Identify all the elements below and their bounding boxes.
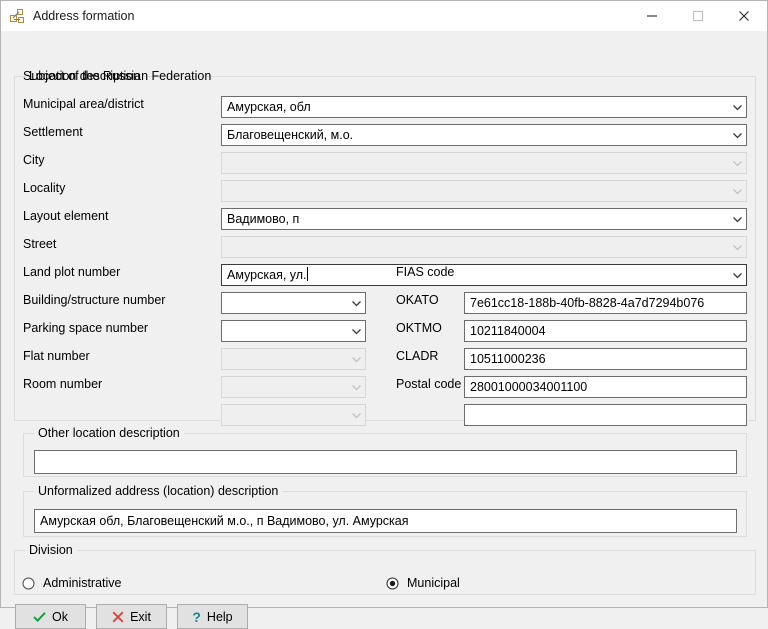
combo-land-plot-number[interactable] xyxy=(221,292,366,314)
input-cladr[interactable]: 28001000034001100 xyxy=(464,376,747,398)
input-oktmo-value: 10511000236 xyxy=(470,352,546,366)
combo-locality-value: Вадимово, п xyxy=(227,212,300,226)
group-other-location-description-title: Other location description xyxy=(34,426,184,440)
check-icon xyxy=(33,611,46,623)
combo-flat-number[interactable] xyxy=(221,376,366,398)
chevron-down-icon[interactable] xyxy=(728,215,746,224)
label-locality: Locality xyxy=(23,181,66,195)
question-icon: ? xyxy=(192,608,201,625)
chevron-down-icon[interactable] xyxy=(728,271,746,280)
label-parking-space-number: Parking space number xyxy=(23,321,149,335)
label-fias-code: FIAS code xyxy=(396,265,455,279)
maximize-icon[interactable] xyxy=(675,1,721,32)
chevron-down-icon[interactable] xyxy=(728,103,746,112)
combo-subject-of-russian-federation[interactable]: Амурская, обл xyxy=(221,96,747,118)
combo-locality[interactable]: Вадимово, п xyxy=(221,208,747,230)
label-city: City xyxy=(23,153,45,167)
group-division-title: Division xyxy=(25,543,77,557)
label-building-structure-number: Building/structure number xyxy=(23,293,166,307)
label-oktmo: OKTMO xyxy=(396,321,442,335)
chevron-down-icon xyxy=(347,411,365,420)
combo-city[interactable] xyxy=(221,180,747,202)
input-other-location-description[interactable] xyxy=(34,450,737,474)
combo-layout-element[interactable] xyxy=(221,236,747,258)
x-icon xyxy=(112,611,124,623)
chevron-down-icon[interactable] xyxy=(728,131,746,140)
input-fias-code[interactable]: 7e61cc18-188b-40fb-8828-4a7d7294b076 xyxy=(464,292,747,314)
address-formation-window: Address formation Location description S… xyxy=(0,0,768,629)
chevron-down-icon xyxy=(728,159,746,168)
label-flat-number: Flat number xyxy=(23,349,90,363)
combo-street-value: Амурская, ул. xyxy=(227,267,308,282)
input-fias-code-value: 7e61cc18-188b-40fb-8828-4a7d7294b076 xyxy=(470,296,705,310)
ok-button-label: Ok xyxy=(52,609,68,624)
combo-municipal-area-district[interactable]: Благовещенский, м.о. xyxy=(221,124,747,146)
label-cladr: CLADR xyxy=(396,349,439,363)
title-bar: Address formation xyxy=(1,1,767,32)
combo-room-number[interactable] xyxy=(221,404,366,426)
help-button-label: Help xyxy=(206,609,233,624)
chevron-down-icon xyxy=(347,355,365,364)
window-title: Address formation xyxy=(33,9,135,23)
group-division: Division xyxy=(14,543,756,595)
label-land-plot-number: Land plot number xyxy=(23,265,121,279)
label-room-number: Room number xyxy=(23,377,103,391)
radio-municipal-label: Municipal xyxy=(407,576,460,590)
chevron-down-icon[interactable] xyxy=(347,299,365,308)
exit-button-label: Exit xyxy=(130,609,151,624)
dialog-client-area: Location description Subject of the Russ… xyxy=(1,32,767,629)
combo-parking-space-number[interactable] xyxy=(221,348,366,370)
label-postal-code: Postal code xyxy=(396,377,462,391)
label-settlement: Settlement xyxy=(23,125,83,139)
group-unformalized-address-title: Unformalized address (location) descript… xyxy=(34,484,283,498)
input-oktmo[interactable]: 10511000236 xyxy=(464,348,747,370)
label-layout-element: Layout element xyxy=(23,209,109,223)
label-municipal-area-district: Municipal area/district xyxy=(23,97,144,111)
input-okato[interactable]: 10211840004 xyxy=(464,320,747,342)
input-postal-code[interactable] xyxy=(464,404,747,426)
input-okato-value: 10211840004 xyxy=(470,324,546,338)
combo-subject-value: Амурская, обл xyxy=(227,100,311,114)
close-icon[interactable] xyxy=(721,1,767,32)
chevron-down-icon xyxy=(728,187,746,196)
radio-municipal[interactable]: Municipal xyxy=(386,574,460,592)
input-unformalized-address[interactable]: Амурская обл, Благовещенский м.о., п Вад… xyxy=(34,509,737,533)
label-subject-of-russian-federation: Subject of the Russian Federation xyxy=(23,69,212,83)
label-street: Street xyxy=(23,237,57,251)
address-formation-icon xyxy=(9,8,26,25)
radio-administrative[interactable]: Administrative xyxy=(22,574,122,592)
window-controls xyxy=(629,1,767,32)
input-cladr-value: 28001000034001100 xyxy=(470,380,588,394)
combo-settlement[interactable] xyxy=(221,152,747,174)
label-okato: OKATO xyxy=(396,293,439,307)
input-unformalized-address-value: Амурская обл, Благовещенский м.о., п Вад… xyxy=(40,514,409,528)
chevron-down-icon xyxy=(347,383,365,392)
radio-unchecked-icon xyxy=(22,577,35,590)
text-caret xyxy=(306,267,308,281)
chevron-down-icon xyxy=(728,243,746,252)
combo-street[interactable]: Амурская, ул. xyxy=(221,264,747,286)
minimize-icon[interactable] xyxy=(629,1,675,32)
radio-administrative-label: Administrative xyxy=(43,576,122,590)
combo-building-structure-number[interactable] xyxy=(221,320,366,342)
chevron-down-icon[interactable] xyxy=(347,327,365,336)
combo-municipal-area-value: Благовещенский, м.о. xyxy=(227,128,354,142)
radio-checked-icon xyxy=(386,577,399,590)
